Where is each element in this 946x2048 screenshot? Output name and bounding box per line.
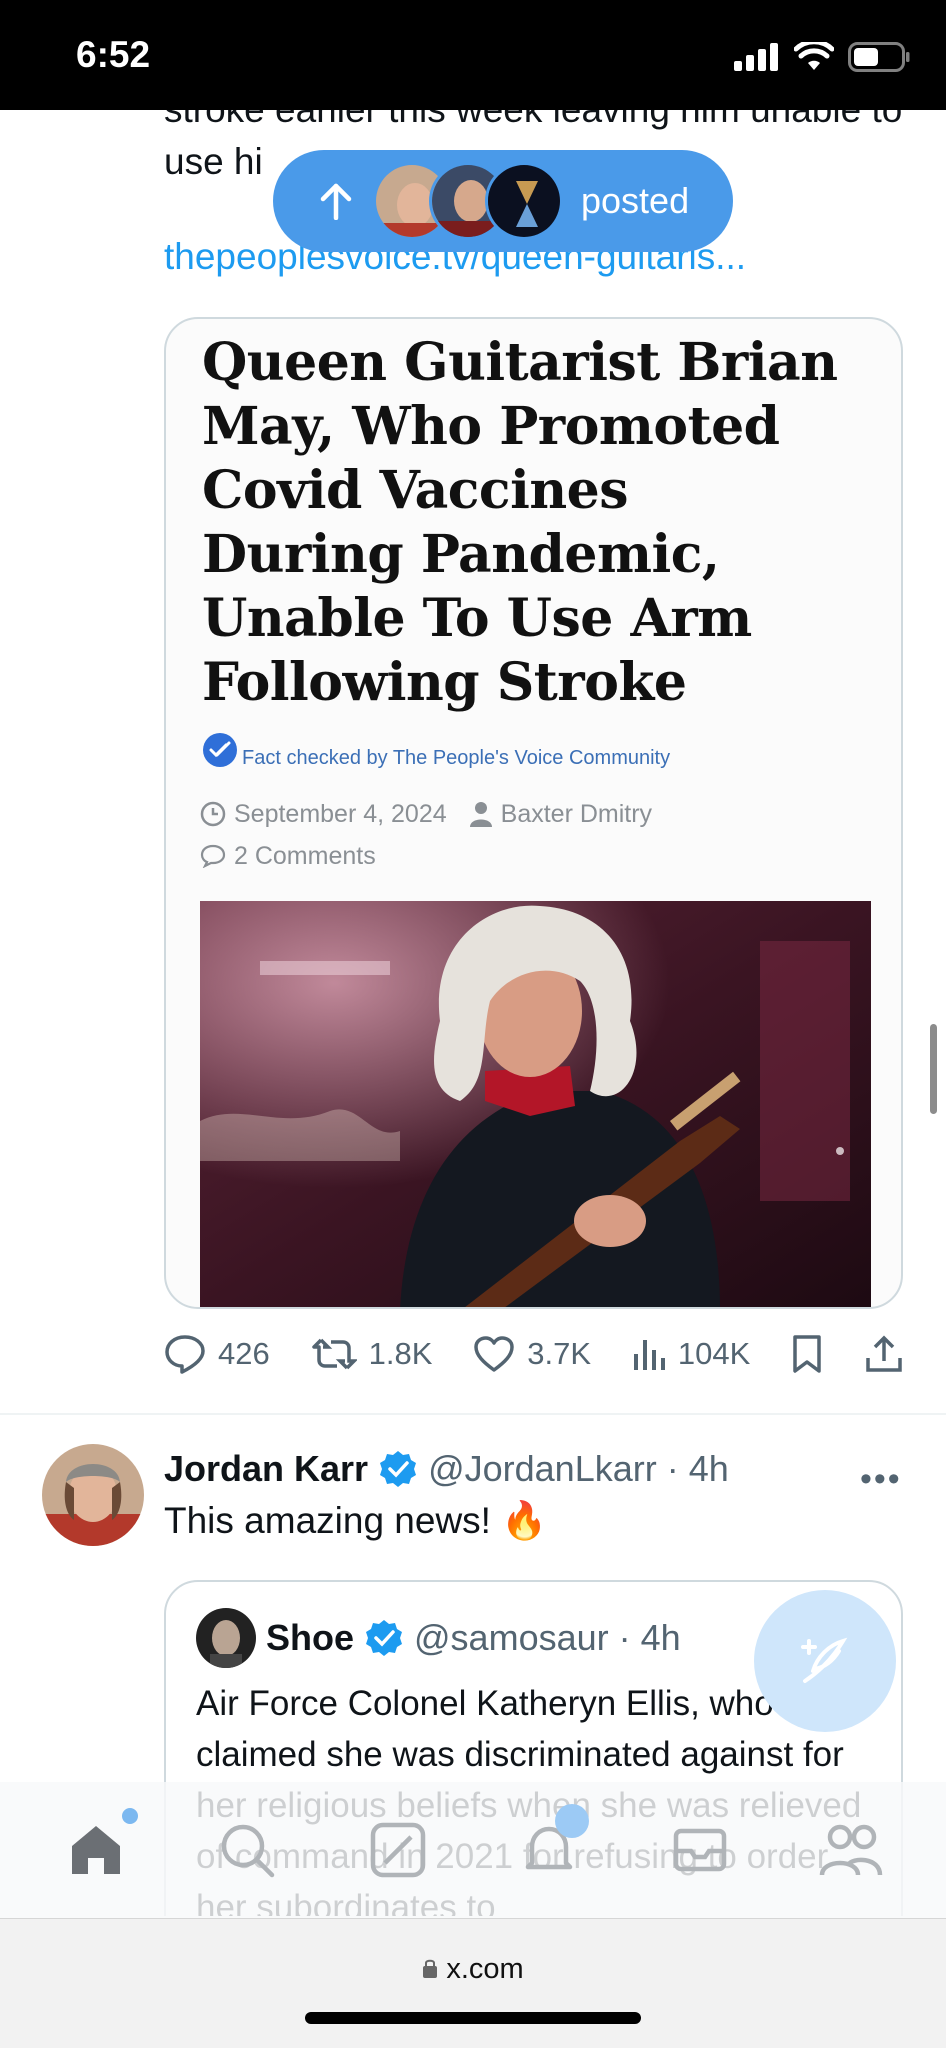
views-button[interactable]: 104K [632,1336,750,1372]
article-author: Baxter Dmitry [500,800,653,828]
tweet-header: Jordan Karr @JordanLkarr · 4h [164,1448,729,1490]
heart-icon [474,1336,514,1372]
bottom-tab-bar [0,1782,946,1918]
user-icon [469,802,492,827]
tweet-time: · 4h [666,1448,729,1489]
wifi-icon [794,42,834,70]
author-handle[interactable]: @JordanLkarr [428,1448,657,1490]
new-posts-label: posted [581,180,690,221]
quoted-tweet-time: · 4h [618,1617,681,1658]
more-options-icon[interactable]: ••• [860,1460,902,1499]
url-text: x.com [446,1953,524,1985]
compose-feather-icon [801,1637,848,1683]
fact-check-text: Fact checked by The People's Voice Commu… [242,747,671,769]
share-button[interactable] [864,1334,904,1374]
author-name[interactable]: Jordan Karr [164,1448,368,1490]
bookmark-icon [793,1335,821,1373]
status-bar: 6:52 [0,0,946,110]
communities-icon [819,1824,882,1876]
new-post-avatars [373,162,563,240]
scrollbar[interactable] [930,1024,937,1114]
share-icon [866,1335,902,1372]
comment-icon [200,844,226,868]
reply-count: 426 [218,1336,270,1371]
checkmark-badge-icon [203,732,237,767]
article-meta: September 4, 2024 Baxter Dmitry 2 Commen… [200,793,652,877]
guitarist-photo-illustration [200,901,871,1307]
compose-button[interactable] [754,1590,896,1732]
status-icons [734,42,910,72]
clock-icon [200,801,226,827]
home-notification-dot [121,1808,138,1824]
lock-icon [423,1959,438,1978]
browser-url-bar[interactable]: x.com [0,1918,946,2048]
verified-badge-icon [380,1451,417,1487]
notification-badge [554,1804,589,1838]
tab-messages[interactable] [660,1810,740,1890]
home-icon [71,1826,120,1874]
reply-button[interactable]: 426 [164,1334,270,1374]
article-photo [200,901,871,1307]
tab-search[interactable] [207,1810,287,1890]
battery-icon [848,42,910,72]
tweet-divider [0,1413,946,1415]
tab-grok[interactable] [358,1810,438,1890]
quoted-author-name: Shoe [266,1617,355,1658]
url-display[interactable]: x.com [0,1953,946,1986]
quoted-avatar [196,1608,256,1668]
article-comments: 2 Comments [234,842,376,870]
fact-check-badge: Fact checked by The People's Voice Commu… [202,729,670,770]
views-bar-icon [633,1340,665,1370]
article-headline: Queen Guitarist Brian May, Who Promoted … [202,332,838,713]
cellular-signal-icon [734,43,778,71]
tweet-text: This amazing news! 🔥 [164,1500,548,1541]
article-date: September 4, 2024 [234,800,447,828]
article-card[interactable]: Queen Guitarist Brian May, Who Promoted … [164,317,903,1309]
reply-icon [165,1335,205,1374]
quoted-author-handle: @samosaur [414,1617,609,1658]
like-button[interactable]: 3.7K [473,1335,591,1373]
like-count: 3.7K [527,1336,592,1371]
new-posts-pill[interactable]: posted [273,150,733,252]
avatar [485,162,563,240]
search-icon [221,1824,274,1878]
verified-badge-icon [366,1620,403,1656]
tab-communities[interactable] [811,1810,891,1890]
mail-icon [673,1828,726,1872]
status-time: 6:52 [76,34,151,75]
grok-icon [370,1822,425,1878]
tab-home[interactable] [56,1808,138,1890]
repost-icon [311,1338,357,1370]
tab-notifications[interactable] [509,1804,589,1890]
arrow-up-icon [320,183,352,220]
tweet-action-bar: 426 1.8K 3.7K 104K [164,1326,904,1382]
avatar[interactable] [42,1444,144,1546]
bookmark-button[interactable] [791,1334,823,1374]
repost-button[interactable]: 1.8K [311,1336,433,1372]
avatar-image [42,1444,144,1546]
views-count: 104K [677,1336,751,1371]
home-indicator[interactable] [305,2012,641,2024]
quoted-tweet-header: Shoe @samosaur · 4h [196,1608,681,1668]
repost-count: 1.8K [368,1336,433,1371]
